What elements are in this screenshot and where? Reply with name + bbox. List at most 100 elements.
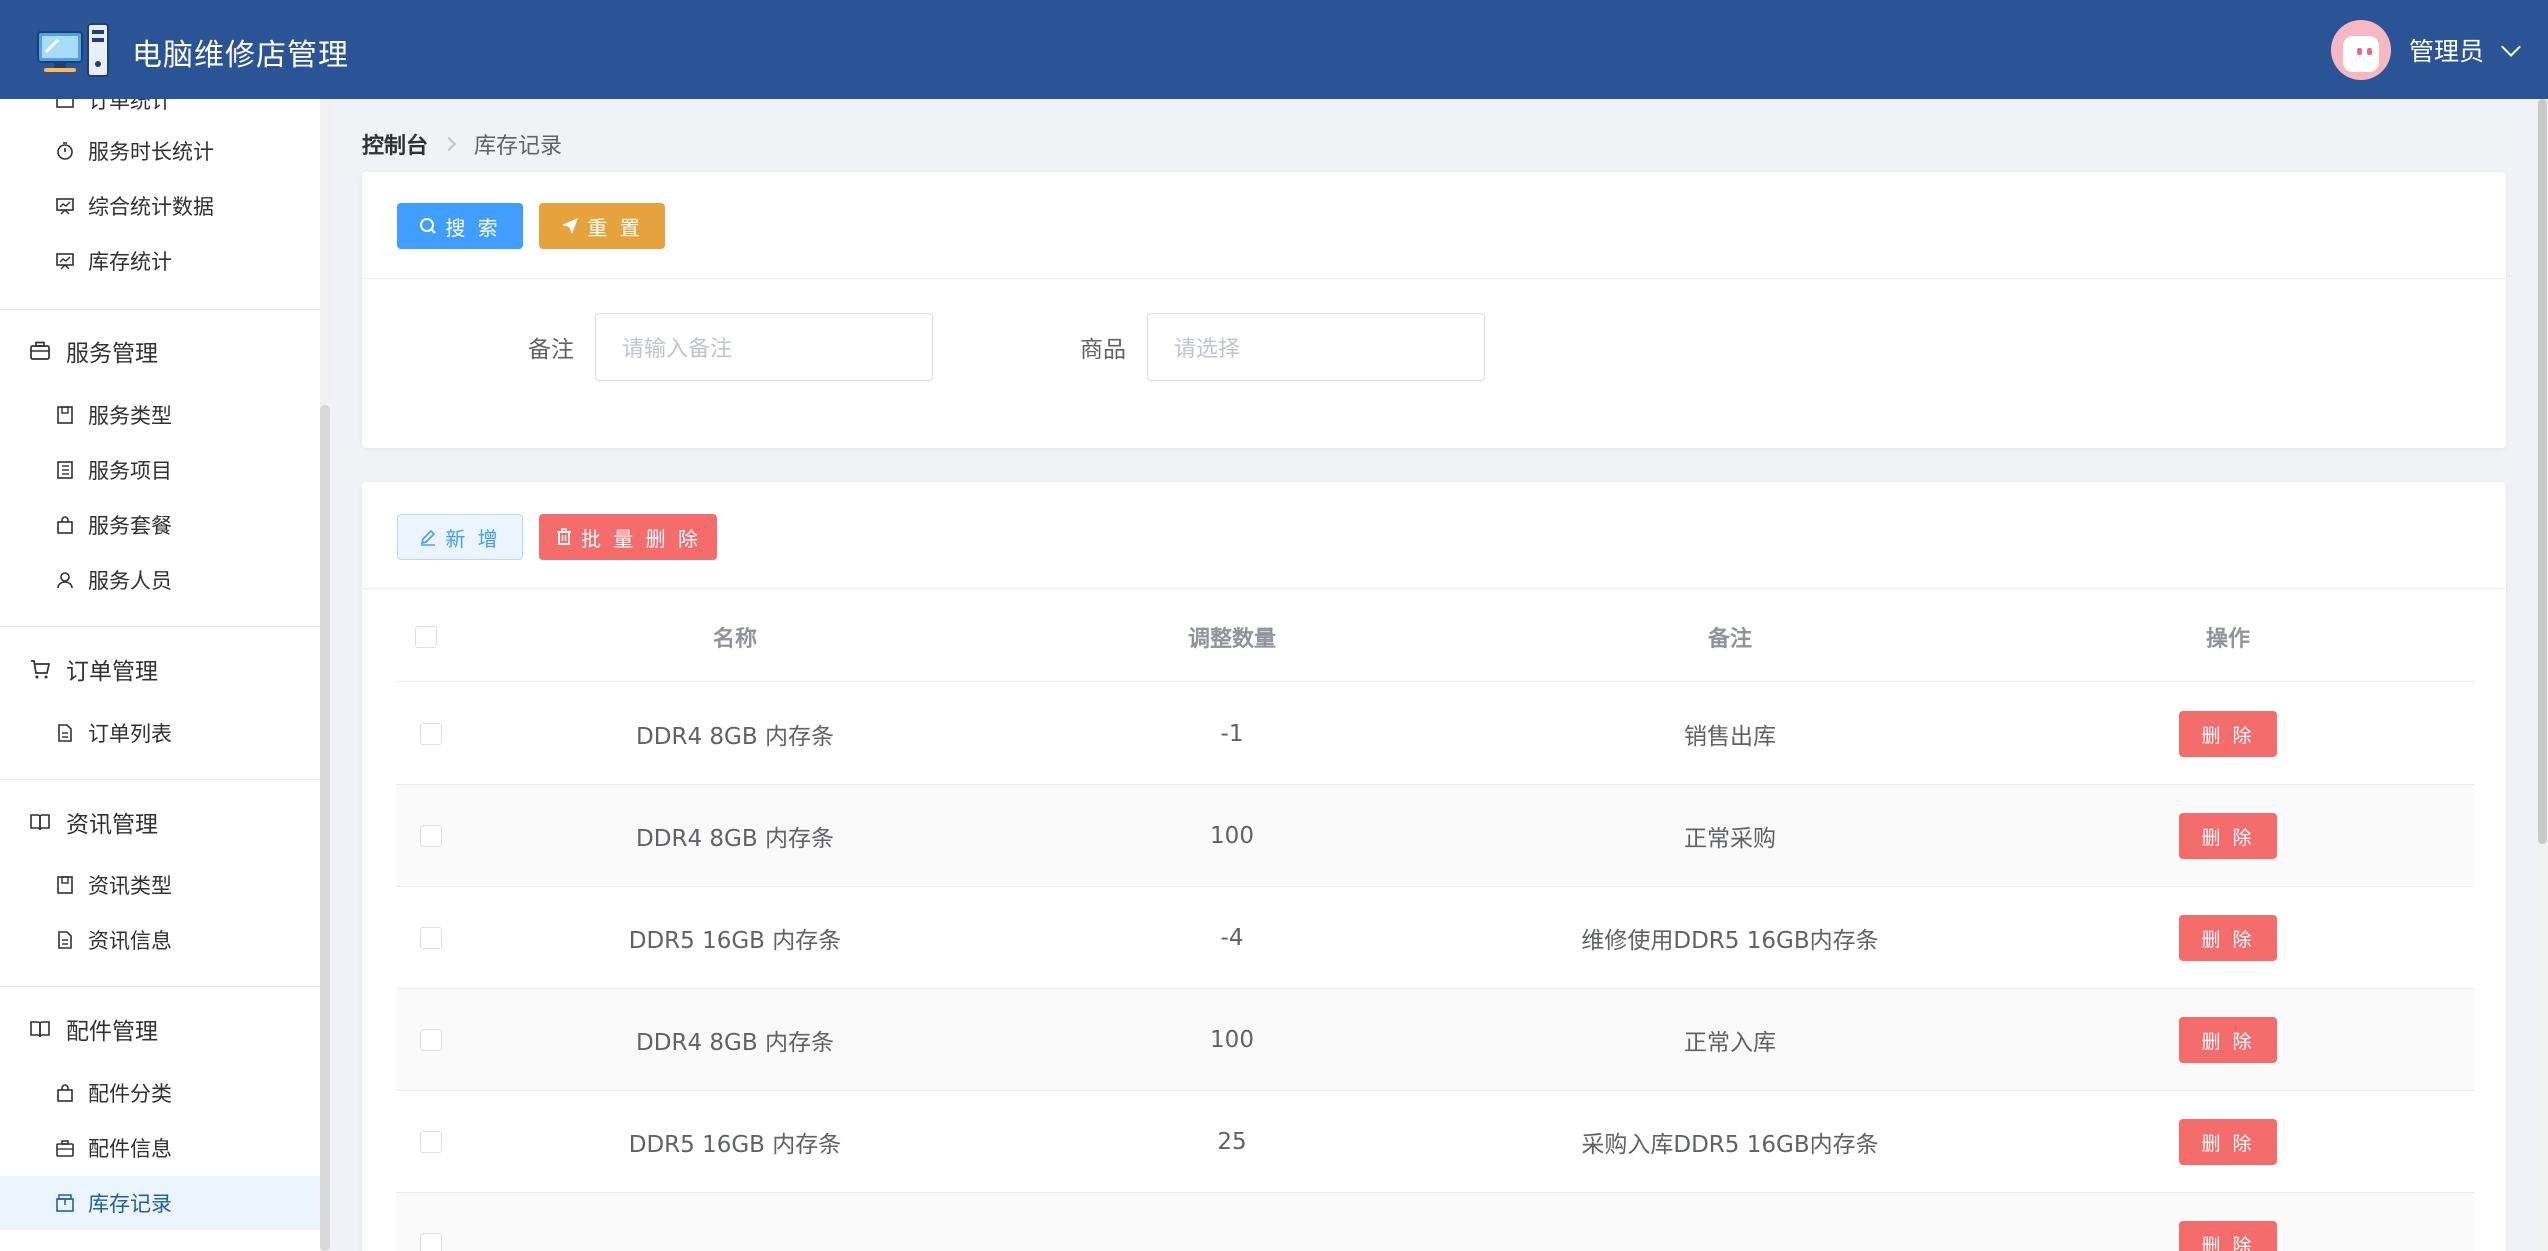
sidebar-group-service[interactable]: 服务管理 — [0, 321, 320, 381]
sidebar-item-label: 服务时长统计 — [88, 140, 214, 164]
trash-icon — [555, 528, 573, 546]
document-icon — [54, 722, 76, 744]
cell-remark: 正常采购 — [1684, 826, 1776, 852]
sidebar-scrollbar[interactable] — [320, 405, 330, 1251]
product-label: 商品 — [1080, 337, 1126, 363]
sidebar-item-label: 资讯信息 — [88, 929, 172, 953]
delete-button[interactable]: 删 除 — [2179, 1017, 2277, 1063]
add-button[interactable]: 新 增 — [397, 514, 523, 560]
row-checkbox[interactable] — [420, 1233, 442, 1251]
sidebar-group-news[interactable]: 资讯管理 — [0, 792, 320, 852]
presentation-icon — [54, 195, 76, 217]
row-checkbox[interactable] — [420, 927, 442, 949]
column-header-name[interactable]: 名称 — [456, 592, 1014, 682]
sidebar-item-stock-stats[interactable]: 库存统计 — [0, 234, 320, 288]
sidebar-item-stock-records[interactable]: 库存记录 — [0, 1176, 320, 1230]
sidebar-item-label: 库存记录 — [88, 1192, 172, 1216]
tickets-icon — [54, 459, 76, 481]
sidebar-item-label: 资讯类型 — [88, 874, 172, 898]
app-title: 电脑维修店管理 — [132, 38, 349, 73]
sidebar-group-label: 配件管理 — [66, 1019, 158, 1045]
sidebar-item-label: 服务项目 — [88, 459, 172, 483]
sidebar-item-order-stats[interactable]: 订单统计 — [0, 99, 320, 127]
computer-logo-icon — [37, 23, 109, 77]
breadcrumb-current: 库存记录 — [474, 134, 563, 159]
cell-name: DDR4 8GB 内存条 — [636, 826, 834, 852]
sidebar-item-parts-category[interactable]: 配件分类 — [0, 1066, 320, 1120]
user-name[interactable]: 管理员 — [2409, 32, 2484, 68]
sidebar-group-order[interactable]: 订单管理 — [0, 639, 320, 699]
cell-remark: 采购入库DDR5 16GB内存条 — [1581, 1132, 1879, 1158]
sidebar-item-service-type[interactable]: 服务类型 — [0, 388, 320, 442]
chevron-down-icon[interactable] — [2501, 37, 2521, 57]
cell-remark: 正常入库 — [1684, 1030, 1776, 1056]
row-checkbox[interactable] — [420, 723, 442, 745]
book-icon — [28, 810, 52, 834]
table-row: DDR4 8GB 内存条 -1 销售出库 删 除 — [396, 683, 2474, 785]
remark-input[interactable]: 请输入备注 — [595, 313, 933, 381]
box-icon — [54, 1192, 76, 1214]
sidebar-item-label: 综合统计数据 — [88, 195, 214, 219]
bag-icon — [54, 514, 76, 536]
reset-button[interactable]: 重 置 — [539, 203, 665, 249]
row-checkbox[interactable] — [420, 825, 442, 847]
sidebar-item-service-project[interactable]: 服务项目 — [0, 443, 320, 497]
product-select[interactable]: 请选择 — [1147, 313, 1485, 381]
table-header: 名称 调整数量 备注 操作 — [396, 592, 2474, 682]
cell-remark: 维修使用DDR5 16GB内存条 — [1581, 928, 1879, 954]
delete-button[interactable]: 删 除 — [2179, 813, 2277, 859]
delete-button[interactable]: 删 除 — [2179, 1221, 2277, 1251]
sidebar-item-label: 库存统计 — [88, 250, 172, 274]
sidebar-item-order-list[interactable]: 订单列表 — [0, 706, 320, 760]
presentation-icon — [54, 250, 76, 272]
remark-label: 备注 — [528, 337, 574, 363]
delete-button[interactable]: 删 除 — [2179, 915, 2277, 961]
column-header-qty[interactable]: 调整数量 — [960, 592, 1504, 682]
table-row: DDR4 8GB 内存条 100 正常入库 删 除 — [396, 989, 2474, 1091]
sidebar-item-service-package[interactable]: 服务套餐 — [0, 498, 320, 552]
cell-qty: 100 — [1210, 1027, 1254, 1053]
sidebar-item-service-staff[interactable]: 服务人员 — [0, 553, 320, 607]
book-icon — [28, 1017, 52, 1041]
table-row-partial: 删 除 — [396, 1193, 2474, 1251]
sidebar-item-news-info[interactable]: 资讯信息 — [0, 913, 320, 967]
cell-name: DDR5 16GB 内存条 — [628, 1132, 842, 1158]
select-all-cell — [396, 592, 456, 682]
column-header-remark[interactable]: 备注 — [1458, 592, 2002, 682]
breadcrumb-root[interactable]: 控制台 — [362, 128, 428, 160]
sidebar-item-label: 服务人员 — [88, 569, 172, 593]
search-card: 搜 索 重 置 备注 请输入备注 商品 请选择 — [362, 172, 2506, 448]
timer-icon — [54, 140, 76, 162]
sidebar-item-label: 服务类型 — [88, 404, 172, 428]
table-row: DDR5 16GB 内存条 25 采购入库DDR5 16GB内存条 删 除 — [396, 1091, 2474, 1193]
batch-delete-button[interactable]: 批 量 删 除 — [539, 514, 717, 560]
cell-qty: 25 — [1217, 1129, 1247, 1155]
chart-icon — [54, 99, 76, 111]
cart-icon — [28, 657, 52, 681]
bag-icon — [54, 1082, 76, 1104]
row-checkbox[interactable] — [420, 1029, 442, 1051]
sidebar-group-parts[interactable]: 配件管理 — [0, 999, 320, 1059]
cell-qty: -1 — [1220, 721, 1244, 747]
avatar[interactable] — [2330, 20, 2391, 80]
table-row: DDR5 16GB 内存条 -4 维修使用DDR5 16GB内存条 删 除 — [396, 887, 2474, 989]
select-all-checkbox[interactable] — [415, 626, 437, 648]
main-scrollbar[interactable] — [2538, 99, 2547, 844]
sidebar-item-parts-info[interactable]: 配件信息 — [0, 1121, 320, 1175]
search-button[interactable]: 搜 索 — [397, 203, 523, 249]
briefcase-icon — [28, 339, 52, 363]
sidebar-item-overall-stats[interactable]: 综合统计数据 — [0, 179, 320, 233]
delete-button[interactable]: 删 除 — [2179, 1119, 2277, 1165]
sidebar-item-label: 配件分类 — [88, 1082, 172, 1106]
notebook-icon — [54, 404, 76, 426]
user-menu[interactable]: 管理员 — [2330, 20, 2521, 80]
delete-button[interactable]: 删 除 — [2179, 711, 2277, 757]
cell-qty: -4 — [1220, 925, 1244, 951]
sidebar-item-service-duration[interactable]: 服务时长统计 — [0, 124, 320, 178]
user-icon — [54, 569, 76, 591]
row-checkbox[interactable] — [420, 1131, 442, 1153]
document-icon — [54, 929, 76, 951]
sidebar-item-label: 订单列表 — [88, 722, 172, 746]
cell-name: DDR5 16GB 内存条 — [628, 928, 842, 954]
sidebar-item-news-type[interactable]: 资讯类型 — [0, 858, 320, 912]
